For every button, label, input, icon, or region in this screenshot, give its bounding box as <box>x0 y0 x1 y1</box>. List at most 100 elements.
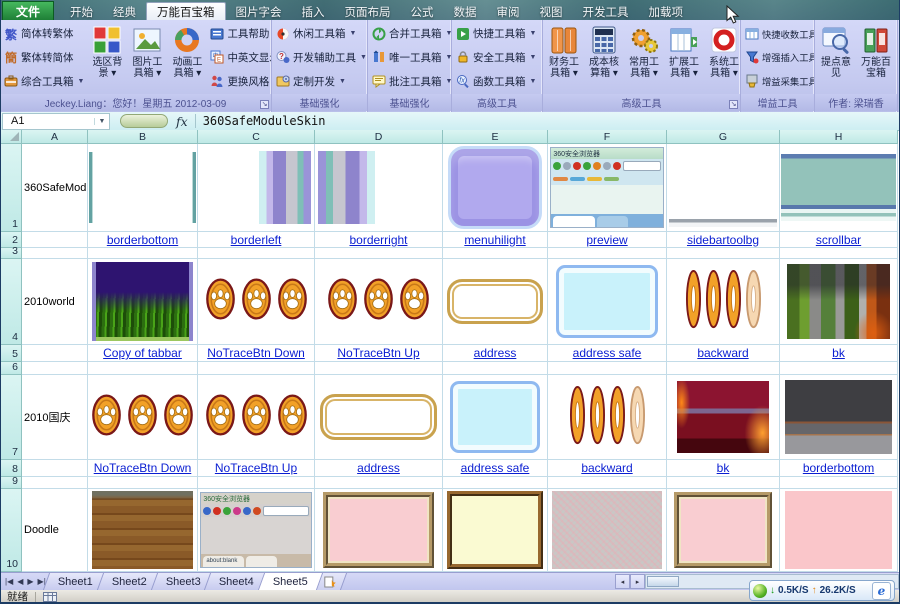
ribbon-button-财务工具箱[interactable]: 财务工具箱 ▾ <box>544 21 584 94</box>
cell-A6[interactable] <box>22 362 88 375</box>
ribbon-button-工具帮助[interactable]: 工具帮助 <box>207 23 272 45</box>
row-header-1[interactable]: 1 <box>0 144 22 232</box>
ribbon-button-唯一工具箱[interactable]: 唯一工具箱▼ <box>369 46 452 68</box>
menu-tab-6[interactable]: 页面布局 <box>335 3 401 20</box>
row-header-2[interactable]: 2 <box>0 232 22 248</box>
formula-input[interactable]: 360SafeModuleSkin <box>203 114 326 128</box>
menu-tab-10[interactable]: 视图 <box>530 3 573 20</box>
cell-F9[interactable] <box>548 477 667 489</box>
cell-link[interactable]: Copy of tabbar <box>103 346 182 360</box>
menu-tab-5[interactable]: 插入 <box>292 3 335 20</box>
cell-H6[interactable] <box>780 362 898 375</box>
row-header-9[interactable]: 9 <box>0 477 22 489</box>
ribbon-button-快捷收数工具[interactable]: 快捷收数工具▼ <box>742 23 815 45</box>
row-header-7[interactable]: 7 <box>0 375 22 460</box>
ribbon-button-安全工具箱[interactable]: 安全工具箱▼ <box>453 46 539 68</box>
ribbon-button-休闲工具箱[interactable]: 休闲工具箱▼ <box>273 23 368 45</box>
cell-link[interactable]: address <box>474 346 517 360</box>
sheet-tab-Sheet5[interactable]: Sheet5 <box>258 573 323 590</box>
cell-link[interactable]: sidebartoolbg <box>687 233 759 247</box>
cell-image-H1[interactable] <box>780 144 898 232</box>
cell-A3[interactable] <box>22 248 88 259</box>
cell-C3[interactable] <box>198 248 315 259</box>
cell-A10[interactable]: Doodle <box>22 489 88 572</box>
macro-record-icon[interactable] <box>43 592 57 602</box>
cell-image-C1[interactable] <box>198 144 315 232</box>
ribbon-button-常用工具箱[interactable]: 常用工具箱 ▾ <box>624 21 664 94</box>
cell-link[interactable]: bk <box>717 461 730 475</box>
cell-image-F4[interactable] <box>548 259 667 345</box>
cell-image-B1[interactable] <box>88 144 198 232</box>
ribbon-button-增强插入工具[interactable]: 增强插入工具▼ <box>742 46 815 68</box>
cell-image-D1[interactable] <box>315 144 443 232</box>
ribbon-button-系统工具箱[interactable]: 系统工具箱 ▾ <box>704 21 741 94</box>
cell-image-G7[interactable] <box>667 375 780 460</box>
cell-image-D7[interactable] <box>315 375 443 460</box>
column-header-C[interactable]: C <box>198 130 315 144</box>
ribbon-button-开发辅助工具[interactable]: ?开发辅助工具▼ <box>273 46 368 68</box>
cell-E3[interactable] <box>443 248 548 259</box>
ribbon-button-提点意见[interactable]: 提点意见 <box>816 21 856 94</box>
cell-D3[interactable] <box>315 248 443 259</box>
ribbon-button-函数工具箱[interactable]: fx函数工具箱▼ <box>453 70 539 92</box>
cell-link[interactable]: backward <box>581 461 632 475</box>
ribbon-button-简体转繁体[interactable]: 繁简体转繁体 <box>1 23 87 45</box>
horizontal-scrollbar-thumb[interactable] <box>647 576 679 587</box>
row-header-6[interactable]: 6 <box>0 362 22 375</box>
cell-link[interactable]: NoTraceBtn Up <box>337 346 419 360</box>
cell-link[interactable]: address <box>357 461 400 475</box>
tab-scroll-left-icon[interactable]: ◂ <box>615 574 630 589</box>
cell-B9[interactable] <box>88 477 198 489</box>
file-menu-button[interactable]: 文件 <box>2 1 54 20</box>
cell-A1[interactable]: 360SafeModuleSkin <box>22 144 88 232</box>
cell-A5[interactable] <box>22 345 88 362</box>
cell-A4[interactable]: 2010world <box>22 259 88 345</box>
cell-B6[interactable] <box>88 362 198 375</box>
insert-function-icon[interactable]: fx <box>176 114 188 129</box>
column-header-G[interactable]: G <box>667 130 780 144</box>
cell-image-G10[interactable] <box>667 489 780 572</box>
column-header-H[interactable]: H <box>780 130 898 144</box>
row-header-5[interactable]: 5 <box>0 345 22 362</box>
row-header-3[interactable]: 3 <box>0 248 22 259</box>
menu-tab-9[interactable]: 审阅 <box>487 3 530 20</box>
cell-image-F1[interactable]: 360安全浏览器 <box>548 144 667 232</box>
cell-link[interactable]: borderleft <box>231 233 282 247</box>
cell-image-D4[interactable] <box>315 259 443 345</box>
cell-H9[interactable] <box>780 477 898 489</box>
ribbon-button-扩展工具箱[interactable]: 扩展工具箱 ▾ <box>664 21 704 94</box>
cell-image-D10[interactable] <box>315 489 443 572</box>
ribbon-button-增益采集工具箱[interactable]: 增益采集工具箱▼ <box>742 70 815 92</box>
cell-link[interactable]: NoTraceBtn Down <box>207 346 305 360</box>
cell-image-C7[interactable] <box>198 375 315 460</box>
sheet-nav-1-icon[interactable]: |◀ <box>4 577 14 586</box>
cell-image-G1[interactable] <box>667 144 780 232</box>
ribbon-button-综合工具箱[interactable]: 综合工具箱▼ <box>1 70 87 92</box>
cell-link[interactable]: scrollbar <box>816 233 861 247</box>
ribbon-button-合并工具箱[interactable]: 合并工具箱▼ <box>369 23 452 45</box>
row-header-8[interactable]: 8 <box>0 460 22 477</box>
menu-tab-2[interactable]: 经典 <box>103 3 146 20</box>
ribbon-button-选区背景[interactable]: 选区背景 ▾ <box>87 21 127 94</box>
cell-image-C4[interactable] <box>198 259 315 345</box>
cell-G3[interactable] <box>667 248 780 259</box>
cell-image-H4[interactable] <box>780 259 898 345</box>
cell-image-E1[interactable] <box>443 144 548 232</box>
cell-image-C10[interactable]: 360安全浏览器about:blank <box>198 489 315 572</box>
cell-link[interactable]: menuhilight <box>464 233 525 247</box>
cell-link[interactable]: bk <box>832 346 845 360</box>
name-box-dropdown-icon[interactable]: ▼ <box>94 118 109 125</box>
cell-link[interactable]: borderright <box>349 233 407 247</box>
cell-link[interactable]: address safe <box>461 461 530 475</box>
cell-image-E10[interactable] <box>443 489 548 572</box>
menu-tab-11[interactable]: 开发工具 <box>573 3 639 20</box>
cell-A9[interactable] <box>22 477 88 489</box>
cell-B3[interactable] <box>88 248 198 259</box>
menu-tab-4[interactable]: 图片字会 <box>226 3 292 20</box>
cell-link[interactable]: backward <box>697 346 748 360</box>
column-header-E[interactable]: E <box>443 130 548 144</box>
cell-F6[interactable] <box>548 362 667 375</box>
ribbon-button-图片工具箱[interactable]: 图片工具箱 ▾ <box>127 21 167 94</box>
cell-image-B7[interactable] <box>88 375 198 460</box>
cell-F3[interactable] <box>548 248 667 259</box>
